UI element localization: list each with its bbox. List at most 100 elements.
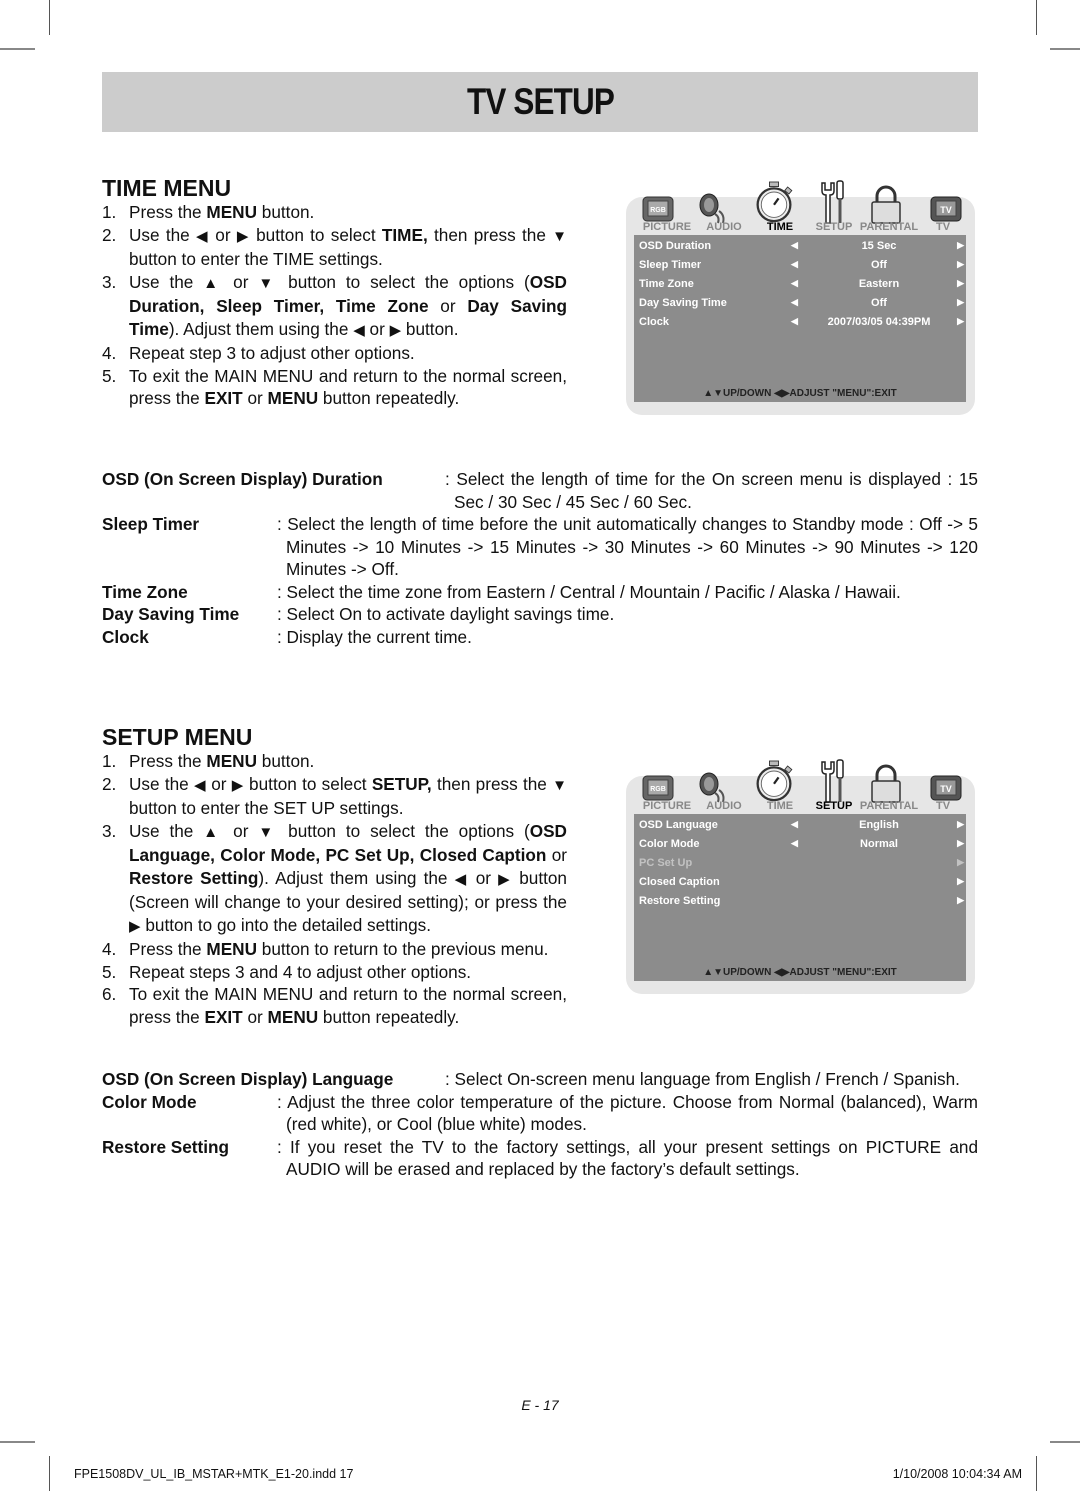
osd-row[interactable]: Restore Setting ▶: [639, 892, 964, 911]
osd-tab-picture[interactable]: PICTURE: [636, 800, 698, 812]
setup-tools-icon[interactable]: [812, 175, 852, 225]
osd-tab-audio[interactable]: AUDIO: [698, 221, 750, 233]
right-arrow-icon[interactable]: ▶: [957, 316, 964, 327]
osd-row[interactable]: Clock ◀ 2007/03/05 04:39PM ▶: [639, 313, 964, 332]
definition-row: Restore Setting: If you reset the TV to …: [102, 1136, 978, 1181]
setup-tools-icon[interactable]: [812, 754, 852, 804]
definition-term: Sleep Timer: [102, 514, 200, 534]
setup-menu-osd: RGB TV PICTURE AUDIO TIME SETUP PARENTAL TV OSD …: [626, 754, 975, 1019]
time-stopwatch-icon[interactable]: [754, 175, 794, 225]
step-text-part: button repeatedly.: [318, 1006, 460, 1027]
osd-row-value: 15 Sec: [861, 240, 897, 252]
step-text-part: then press the: [427, 224, 553, 245]
right-arrow-icon[interactable]: ▶: [957, 297, 964, 308]
definition-term: OSD (On Screen Display) Duration: [102, 469, 383, 489]
left-arrow-icon[interactable]: ◀: [791, 259, 798, 270]
arrow-button-icon: ▲: [203, 823, 224, 841]
osd-tabs: PICTURE AUDIO TIME SETUP PARENTAL TV: [636, 800, 966, 812]
page-number: E - 17: [521, 1397, 559, 1413]
arrow-button-icon: ▶: [236, 227, 250, 245]
parental-lock-icon[interactable]: [866, 754, 906, 804]
arrow-button-icon: ▶: [498, 870, 513, 888]
osd-row-label: Clock: [639, 316, 669, 328]
osd-row[interactable]: OSD Duration ◀ 15 Sec ▶: [639, 237, 964, 256]
definition-description: : Select On-screen menu language from En…: [445, 1069, 960, 1089]
osd-row[interactable]: Sleep Timer ◀ Off ▶: [639, 256, 964, 275]
step-number: 4.: [102, 939, 117, 959]
svg-text:RGB: RGB: [650, 207, 666, 214]
right-arrow-icon[interactable]: ▶: [957, 895, 964, 906]
right-arrow-icon[interactable]: ▶: [957, 259, 964, 270]
osd-tab-setup[interactable]: SETUP: [810, 221, 858, 233]
step-text: Repeat step 3 to adjust other options.: [129, 342, 567, 365]
osd-footer-hint: ▲▼UP/DOWN ◀▶ADJUST "MENU":EXIT: [703, 967, 897, 978]
right-arrow-icon[interactable]: ▶: [957, 876, 964, 887]
osd-tab-tv[interactable]: TV: [920, 221, 966, 233]
step-number: 1.: [102, 751, 117, 771]
step-text-part: Use the: [129, 271, 204, 292]
step-text-part: or: [223, 271, 259, 292]
step-item: 1. Press the MENU button.: [102, 201, 567, 224]
osd-tab-parental[interactable]: PARENTAL: [858, 800, 920, 812]
definition-term: Clock: [102, 626, 149, 647]
audio-speaker-icon[interactable]: [694, 754, 734, 804]
step-text-part: or: [205, 773, 232, 794]
osd-row[interactable]: PC Set Up ▶: [639, 854, 964, 873]
step-text-part: button.: [257, 751, 315, 771]
step-text-part: or: [223, 820, 259, 841]
picture-rgb-icon[interactable]: RGB: [638, 754, 678, 804]
step-text-bold: MENU: [267, 1006, 319, 1027]
page-title: TV SETUP: [466, 81, 615, 122]
osd-tab-picture[interactable]: PICTURE: [636, 221, 698, 233]
tv-icon[interactable]: TV: [926, 754, 966, 804]
step-text-bold: TIME,: [381, 224, 428, 245]
step-number: 3.: [102, 820, 117, 841]
definition-description: : If you reset the TV to the factory set…: [277, 1136, 978, 1180]
time-stopwatch-icon[interactable]: [754, 754, 794, 804]
osd-tab-time[interactable]: TIME: [750, 800, 810, 812]
right-arrow-icon[interactable]: ▶: [957, 278, 964, 289]
osd-row[interactable]: Closed Caption ▶: [639, 873, 964, 892]
osd-tab-tv[interactable]: TV: [920, 800, 966, 812]
step-number: 2.: [102, 773, 117, 794]
osd-tab-time[interactable]: TIME: [750, 221, 810, 233]
time-menu-steps: 1. Press the MENU button. 2. Use the ◀ or ▶…: [102, 201, 567, 410]
right-arrow-icon[interactable]: ▶: [957, 838, 964, 849]
osd-tab-audio[interactable]: AUDIO: [698, 800, 750, 812]
arrow-button-icon: ▶: [129, 917, 141, 935]
right-arrow-icon[interactable]: ▶: [957, 240, 964, 251]
step-item: 3. Use the ▲ or ▼ button to select the op…: [102, 820, 567, 939]
osd-row[interactable]: Day Saving Time ◀ Off ▶: [639, 294, 964, 313]
definition-term: Color Mode: [102, 1091, 197, 1112]
osd-settings-list: OSD Language ◀ English ▶ Color Mode ◀ Normal ▶ P…: [634, 814, 966, 981]
left-arrow-icon[interactable]: ◀: [791, 819, 798, 830]
left-arrow-icon[interactable]: ◀: [791, 316, 798, 327]
right-arrow-icon[interactable]: ▶: [957, 857, 964, 868]
step-number: 5.: [102, 365, 117, 386]
definition-description: : Adjust the three color temperature of …: [277, 1091, 978, 1135]
left-arrow-icon[interactable]: ◀: [791, 838, 798, 849]
step-text-part: Press the: [129, 751, 207, 771]
step-text-part: Repeat step 3 to adjust other options.: [129, 343, 415, 363]
osd-tab-parental[interactable]: PARENTAL: [858, 221, 920, 233]
osd-row[interactable]: Color Mode ◀ Normal ▶: [639, 835, 964, 854]
picture-rgb-icon[interactable]: RGB: [638, 175, 678, 225]
osd-tab-setup[interactable]: SETUP: [810, 800, 858, 812]
step-text: Use the ▲ or ▼ button to select the opti…: [129, 820, 567, 939]
parental-lock-icon[interactable]: [866, 175, 906, 225]
setup-menu-definitions: OSD (On Screen Display) Language: Select…: [102, 1068, 978, 1181]
audio-speaker-icon[interactable]: [694, 175, 734, 225]
definition-row: Sleep Timer: Select the length of time b…: [102, 513, 978, 581]
definition-row: Day Saving Time: Select On to activate d…: [102, 603, 978, 626]
left-arrow-icon[interactable]: ◀: [791, 240, 798, 251]
osd-row[interactable]: Time Zone ◀ Eastern ▶: [639, 275, 964, 294]
right-arrow-icon[interactable]: ▶: [957, 819, 964, 830]
osd-row-label: OSD Language: [639, 819, 718, 831]
step-number: 4.: [102, 343, 117, 363]
tv-icon[interactable]: TV: [926, 175, 966, 225]
osd-row-label: Restore Setting: [639, 895, 721, 907]
left-arrow-icon[interactable]: ◀: [791, 278, 798, 289]
step-item: 1. Press the MENU button.: [102, 750, 567, 773]
left-arrow-icon[interactable]: ◀: [791, 297, 798, 308]
osd-row[interactable]: OSD Language ◀ English ▶: [639, 816, 964, 835]
